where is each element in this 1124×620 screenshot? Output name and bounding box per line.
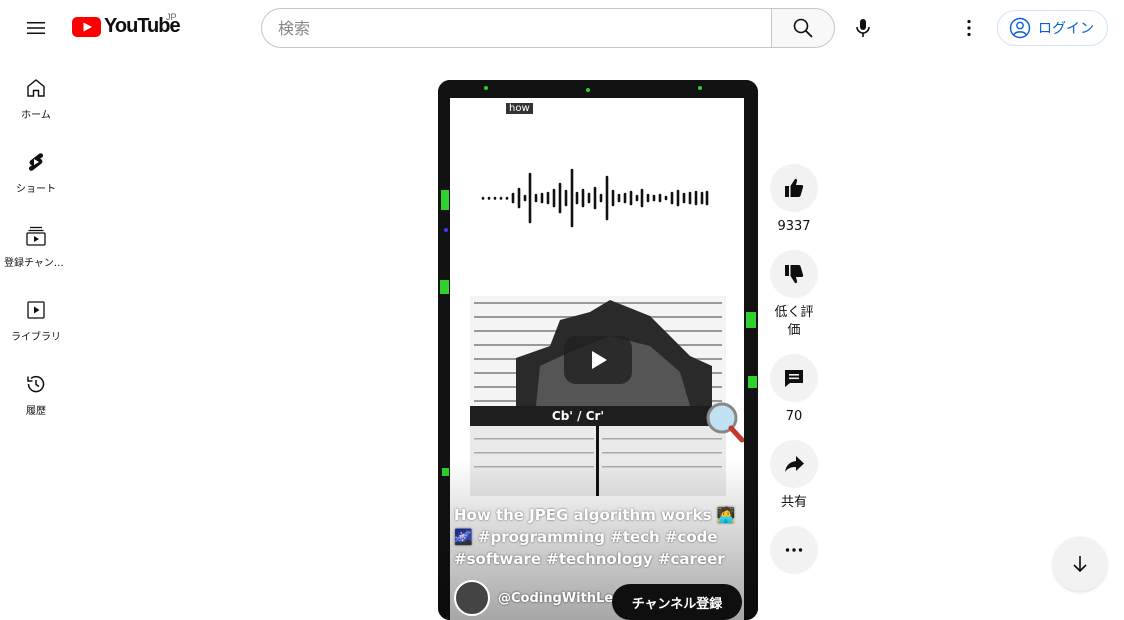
comment-action: 70: [770, 354, 818, 426]
comment-button[interactable]: [770, 354, 818, 402]
like-action: 9337: [770, 164, 818, 236]
guide-menu-button[interactable]: [16, 8, 56, 48]
guide-item-library[interactable]: ライブラリ: [0, 278, 72, 352]
share-label: 共有: [780, 495, 807, 510]
account-circle-icon: [1009, 17, 1031, 39]
next-video-button[interactable]: [1053, 537, 1107, 591]
more-vertical-icon: [967, 19, 971, 37]
shorts-actions: 9337 低く評価 70 共有: [770, 164, 818, 574]
share-icon: [785, 456, 804, 472]
thumbs-up-icon: [785, 178, 804, 197]
youtube-logo[interactable]: YouTube: [72, 15, 181, 38]
subscribe-button[interactable]: チャンネル登録: [612, 584, 742, 620]
more-action: [770, 526, 818, 574]
mini-guide: ホーム ショート 登録チャンネル ライブラリ 履歴: [0, 56, 72, 426]
hamburger-icon: [27, 22, 45, 34]
channel-name[interactable]: @CodingWithLewi: [498, 591, 630, 606]
channel-row: @CodingWithLewi: [454, 580, 630, 616]
search-icon: [793, 18, 813, 38]
search-box: [261, 8, 772, 48]
voice-search-button[interactable]: [843, 8, 883, 48]
guide-item-history[interactable]: 履歴: [0, 352, 72, 426]
youtube-play-logo-icon: [72, 16, 101, 37]
search-input[interactable]: [278, 18, 772, 38]
history-icon: [27, 375, 45, 393]
guide-item-label: ライブラリ: [11, 332, 61, 343]
more-actions-button[interactable]: [770, 526, 818, 574]
guide-item-label: ショート: [16, 184, 56, 195]
home-icon: [27, 79, 45, 97]
settings-menu-button[interactable]: [949, 8, 989, 48]
overlay-tag: how: [506, 103, 533, 114]
microphone-icon: [856, 19, 870, 37]
masthead: YouTube JP ログイン: [0, 0, 1124, 56]
dislike-label: 低く評価: [774, 305, 814, 338]
guide-item-home[interactable]: ホーム: [0, 56, 72, 130]
guide-item-shorts[interactable]: ショート: [0, 130, 72, 204]
comment-count: 70: [785, 409, 803, 424]
guide-item-label: 登録チャンネル: [4, 258, 68, 269]
video-title[interactable]: How the JPEG algorithm works 🧑‍💻🌌 #progr…: [454, 504, 744, 570]
channel-avatar[interactable]: [454, 580, 490, 616]
panel-label: Cb' / Cr': [552, 409, 604, 423]
guide-item-subscriptions[interactable]: 登録チャンネル: [0, 204, 72, 278]
arrow-down-icon: [1073, 556, 1087, 573]
audio-waveform-graphic: [481, 168, 709, 228]
play-icon: [592, 351, 607, 369]
more-horizontal-icon: [785, 548, 803, 552]
guide-item-label: ホーム: [21, 110, 51, 121]
share-button[interactable]: [770, 440, 818, 488]
like-count: 9337: [777, 219, 811, 234]
comment-icon: [785, 370, 803, 387]
subscriptions-icon: [26, 226, 46, 246]
library-icon: [27, 301, 45, 319]
guide-item-label: 履歴: [26, 406, 46, 417]
dislike-button[interactable]: [770, 250, 818, 298]
login-button[interactable]: ログイン: [997, 10, 1108, 46]
country-code: JP: [166, 12, 177, 22]
login-label: ログイン: [1038, 21, 1094, 37]
share-action: 共有: [770, 440, 818, 512]
thumbs-down-icon: [785, 265, 804, 284]
shorts-video-player[interactable]: Cb' / Cr' How the JPEG algorithm works 🧑…: [438, 80, 758, 620]
search-button[interactable]: [771, 8, 835, 48]
dislike-action: 低く評価: [770, 250, 818, 340]
play-button[interactable]: [564, 336, 632, 384]
like-button[interactable]: [770, 164, 818, 212]
shorts-icon: [28, 153, 44, 171]
